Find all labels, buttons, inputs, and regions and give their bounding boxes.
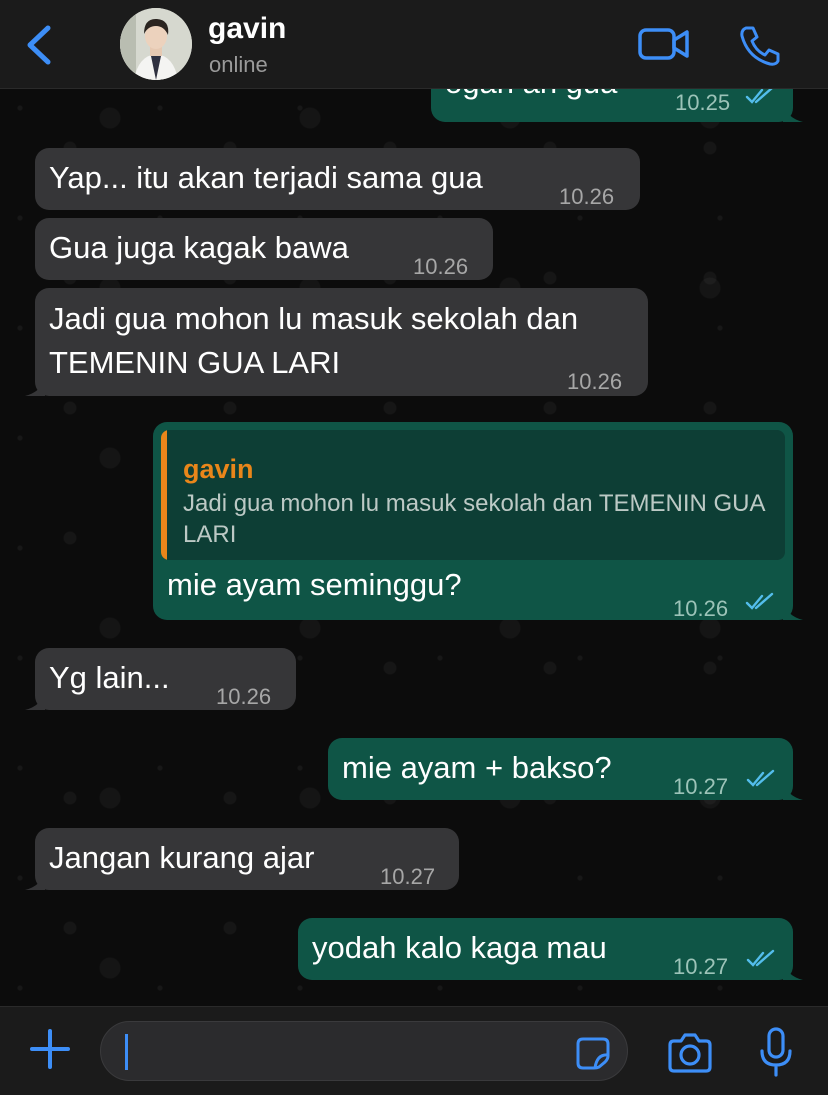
- message-text-line2: TEMENIN GUA LARI: [49, 345, 341, 380]
- quote-author: gavin: [183, 454, 254, 484]
- microphone-icon[interactable]: [758, 1027, 794, 1079]
- message-text: yodah kalo kaga mau: [312, 930, 607, 965]
- message-text: Yap... itu akan terjadi sama gua: [49, 160, 483, 195]
- text-cursor: [125, 1034, 128, 1070]
- message-time: 10.27: [673, 954, 729, 979]
- message-time: 10.26: [216, 684, 272, 709]
- back-chevron-icon[interactable]: [22, 22, 56, 68]
- message-time: 10.26: [567, 369, 623, 394]
- camera-icon[interactable]: [666, 1033, 714, 1073]
- message-outgoing-reply[interactable]: gavin Jadi gua mohon lu masuk sekolah da…: [153, 422, 803, 621]
- read-ticks-icon: [746, 769, 775, 787]
- quoted-message[interactable]: gavin Jadi gua mohon lu masuk sekolah da…: [161, 430, 785, 560]
- message-text: mie ayam seminggu?: [167, 567, 462, 602]
- message-text: Gua juga kagak bawa: [49, 230, 349, 265]
- message-input[interactable]: [100, 1021, 628, 1081]
- quote-text: Jadi gua mohon lu masuk sekolah dan TEME…: [183, 490, 765, 548]
- message-time: 10.26: [673, 596, 729, 621]
- message-outgoing[interactable]: yodah kalo kaga mau 10.27: [298, 918, 803, 980]
- chat-header: gavin online: [0, 0, 828, 89]
- plus-icon[interactable]: [30, 1029, 70, 1069]
- sticker-icon[interactable]: [575, 1036, 611, 1070]
- composer-bar: [0, 1006, 828, 1095]
- message-text: mie ayam + bakso?: [342, 750, 612, 785]
- avatar[interactable]: [120, 8, 192, 80]
- contact-name[interactable]: gavin: [208, 12, 286, 46]
- message-time: 10.26: [559, 184, 615, 209]
- bubble-tail: [783, 602, 803, 620]
- message-text: Jangan kurang ajar: [49, 840, 315, 875]
- message-text-line1: Jadi gua mohon lu masuk sekolah dan: [49, 301, 579, 336]
- message-text: ogah ah gua: [445, 88, 617, 104]
- message-incoming[interactable]: Jangan kurang ajar 10.27: [25, 828, 459, 890]
- video-call-icon[interactable]: [638, 24, 690, 64]
- read-ticks-icon: [745, 592, 774, 610]
- message-time: 10.26: [413, 254, 469, 279]
- quote-accent-bar: [161, 430, 167, 560]
- phone-icon[interactable]: [738, 24, 782, 68]
- message-incoming[interactable]: Jadi gua mohon lu masuk sekolah dan TEME…: [25, 288, 648, 396]
- avatar-photo: [120, 8, 192, 80]
- bubble-tail: [25, 378, 45, 396]
- contact-status: online: [209, 52, 268, 77]
- bubble-tail: [783, 104, 803, 122]
- message-time: 10.27: [380, 864, 436, 889]
- message-outgoing[interactable]: ogah ah gua 10.25: [431, 88, 803, 122]
- message-outgoing[interactable]: mie ayam + bakso? 10.27: [328, 738, 803, 800]
- message-incoming[interactable]: Yg lain... 10.26: [25, 648, 296, 710]
- bubble-tail: [25, 872, 45, 890]
- message-incoming[interactable]: Gua juga kagak bawa 10.26: [35, 218, 493, 280]
- read-ticks-icon: [745, 88, 774, 104]
- message-text: Yg lain...: [49, 660, 170, 695]
- message-incoming[interactable]: Yap... itu akan terjadi sama gua 10.26: [35, 148, 640, 210]
- message-time: 10.25: [675, 90, 731, 115]
- bubble-tail: [25, 692, 45, 710]
- bubble-tail: [783, 782, 803, 800]
- bubble-tail: [783, 962, 803, 980]
- read-ticks-icon: [746, 949, 775, 967]
- message-time: 10.27: [673, 774, 729, 799]
- chat-wallpaper: ogah ah gua 10.25 Yap... itu akan terjad…: [0, 88, 828, 1006]
